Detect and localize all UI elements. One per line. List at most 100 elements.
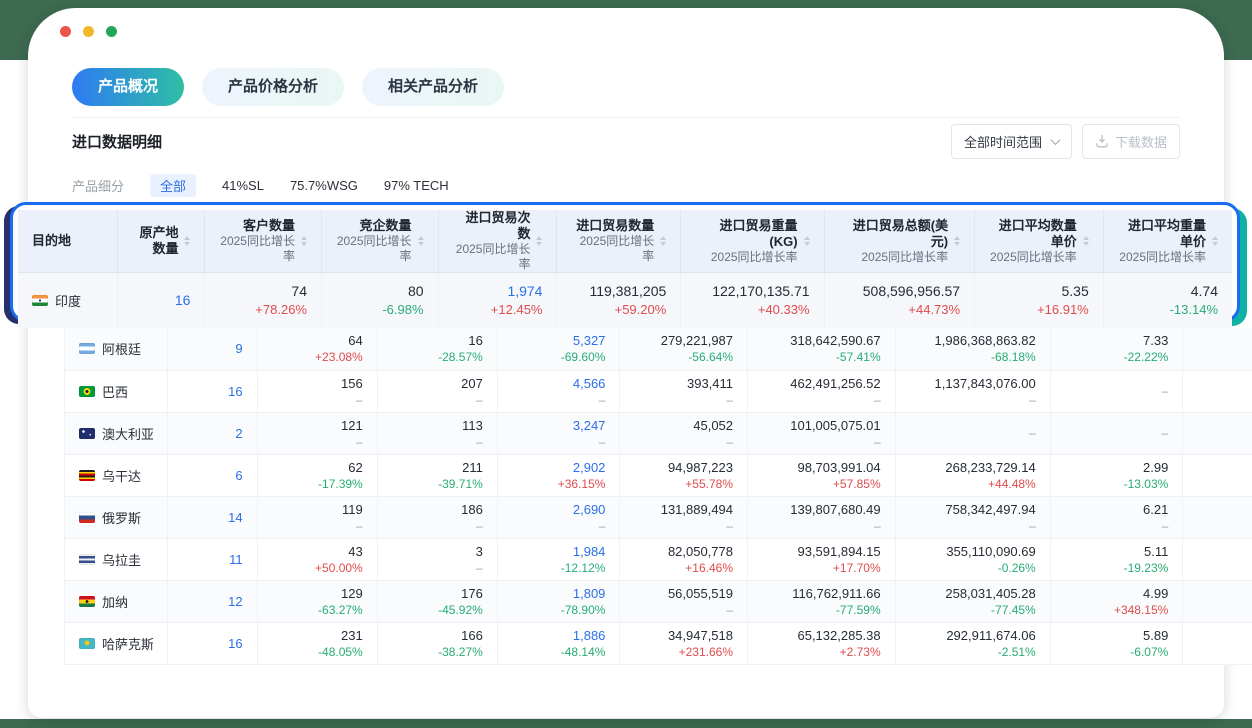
cell-customer-count: 64+23.08% bbox=[257, 328, 377, 370]
table-row-印度[interactable]: 印度 16 74+78.26% 80-6.98% 1,974+12.45% 11… bbox=[18, 273, 1232, 328]
column-header-competitor-count[interactable]: 竞企数量2025同比增长率 bbox=[321, 210, 438, 273]
cell-trade-weight-kg: 101,005,075.01– bbox=[748, 412, 896, 454]
cell-trade-count[interactable]: 2,690– bbox=[497, 496, 620, 538]
filter-label: 产品细分 bbox=[72, 176, 124, 195]
cell-avg-quantity-price: 2.99-13.03% bbox=[1050, 454, 1183, 496]
cell-trade-amount-usd: 258,031,405.28-77.45% bbox=[895, 580, 1050, 622]
column-header-origin-count[interactable]: 原产地数量 bbox=[118, 210, 205, 273]
country-name: 澳大利亚 bbox=[102, 424, 153, 443]
cell-trade-weight-kg: 116,762,911.66-77.59% bbox=[748, 580, 896, 622]
sort-icon[interactable] bbox=[184, 236, 190, 246]
flag-icon-gh bbox=[79, 596, 95, 607]
cell-avg-weight-price: 5.10-8.16% bbox=[1183, 622, 1252, 664]
close-window-icon[interactable] bbox=[60, 26, 71, 37]
column-header-trade-weight-kg[interactable]: 进口贸易重量(KG)2025同比增长率 bbox=[681, 210, 824, 273]
sort-icon[interactable] bbox=[301, 236, 307, 246]
sort-icon[interactable] bbox=[804, 236, 810, 246]
page-title: 进口数据明细 bbox=[72, 131, 162, 152]
sort-icon[interactable] bbox=[536, 236, 542, 246]
filter-option-757wsg[interactable]: 75.7%WSG bbox=[290, 178, 358, 193]
filter-option-all[interactable]: 全部 bbox=[150, 174, 196, 197]
column-header-trade-quantity[interactable]: 进口贸易数量2025同比增长率 bbox=[557, 210, 681, 273]
filter-option-41sl[interactable]: 41%SL bbox=[222, 178, 264, 193]
highlighted-table: 目的地 原产地数量 客户数量2025同比增长率 竞企数量2025同比增长率 进口… bbox=[18, 210, 1232, 328]
table-row-阿根廷[interactable]: 阿根廷 9 64+23.08% 16-28.57% 5,327-69.60% 2… bbox=[65, 328, 1252, 370]
sort-icon[interactable] bbox=[660, 236, 666, 246]
cell-origin-count[interactable]: 16 bbox=[167, 622, 257, 664]
maximize-window-icon[interactable] bbox=[106, 26, 117, 37]
cell-origin-count[interactable]: 12 bbox=[167, 580, 257, 622]
cell-trade-amount-usd: 1,137,843,076.00– bbox=[895, 370, 1050, 412]
cell-origin-count[interactable]: 16 bbox=[118, 273, 205, 328]
cell-trade-weight-kg: 139,807,680.49– bbox=[748, 496, 896, 538]
cell-origin-count[interactable]: 6 bbox=[167, 454, 257, 496]
download-data-button[interactable]: 下载数据 bbox=[1082, 124, 1180, 159]
cell-trade-weight-kg: 318,642,590.67-57.41% bbox=[748, 328, 896, 370]
cell-trade-quantity: 56,055,519– bbox=[620, 580, 748, 622]
cell-trade-count[interactable]: 1,886-48.14% bbox=[497, 622, 620, 664]
time-range-select[interactable]: 全部时间范围 bbox=[951, 124, 1072, 159]
cell-origin-count[interactable]: 2 bbox=[167, 412, 257, 454]
cell-destination: 巴西 bbox=[65, 370, 168, 412]
filter-option-97tech[interactable]: 97% TECH bbox=[384, 178, 449, 193]
flag-icon-uy bbox=[79, 554, 95, 565]
sort-icon[interactable] bbox=[418, 236, 424, 246]
country-name: 乌拉圭 bbox=[102, 550, 141, 569]
cell-trade-count[interactable]: 4,566– bbox=[497, 370, 620, 412]
table-row-巴西[interactable]: 巴西 16 156– 207– 4,566– 393,411– 462,491,… bbox=[65, 370, 1252, 412]
highlight-annotation-box: 目的地 原产地数量 客户数量2025同比增长率 竞企数量2025同比增长率 进口… bbox=[10, 202, 1240, 322]
column-header-trade-count[interactable]: 进口贸易次数2025同比增长率 bbox=[438, 210, 557, 273]
tab-product-overview[interactable]: 产品概况 bbox=[72, 68, 184, 106]
cell-avg-weight-price: – bbox=[1183, 328, 1252, 370]
cell-trade-count[interactable]: 3,247– bbox=[497, 412, 620, 454]
column-header-avg-weight-price[interactable]: 进口平均重量单价2025同比增长率 bbox=[1103, 210, 1232, 273]
country-name: 哈萨克斯坦 bbox=[102, 634, 153, 653]
cell-competitor-count: 211-39.71% bbox=[377, 454, 497, 496]
sort-icon[interactable] bbox=[954, 236, 960, 246]
cell-trade-amount-usd: 1,986,368,863.82-68.18% bbox=[895, 328, 1050, 370]
cell-trade-count[interactable]: 2,902+36.15% bbox=[497, 454, 620, 496]
sort-icon[interactable] bbox=[1212, 236, 1218, 246]
cell-trade-count[interactable]: 1,974+12.45% bbox=[438, 273, 557, 328]
table-row-乌拉圭[interactable]: 乌拉圭 11 43+50.00% 3– 1,984-12.12% 82,050,… bbox=[65, 538, 1252, 580]
cell-avg-quantity-price: 5.11-19.23% bbox=[1050, 538, 1183, 580]
column-header-customer-count[interactable]: 客户数量2025同比增长率 bbox=[205, 210, 322, 273]
table-row-加纳[interactable]: 加纳 12 129-63.27% 176-45.92% 1,809-78.90%… bbox=[65, 580, 1252, 622]
cell-origin-count[interactable]: 9 bbox=[167, 328, 257, 370]
cell-trade-count[interactable]: 1,984-12.12% bbox=[497, 538, 620, 580]
flag-icon-kz bbox=[79, 638, 95, 649]
cell-origin-count[interactable]: 11 bbox=[167, 538, 257, 580]
flag-icon-ar bbox=[79, 343, 95, 354]
cell-trade-amount-usd: 292,911,674.06-2.51% bbox=[895, 622, 1050, 664]
cell-avg-weight-price: 2.36+49.19% bbox=[1183, 580, 1252, 622]
cell-origin-count[interactable]: 14 bbox=[167, 496, 257, 538]
tab-related-product-analysis[interactable]: 相关产品分析 bbox=[362, 68, 504, 106]
column-header-avg-quantity-price[interactable]: 进口平均数量单价2025同比增长率 bbox=[975, 210, 1104, 273]
tab-product-price-analysis[interactable]: 产品价格分析 bbox=[202, 68, 344, 106]
cell-trade-amount-usd: 268,233,729.14+44.48% bbox=[895, 454, 1050, 496]
cell-competitor-count: 113– bbox=[377, 412, 497, 454]
country-name: 巴西 bbox=[102, 382, 128, 401]
cell-trade-quantity: 82,050,778+16.46% bbox=[620, 538, 748, 580]
cell-origin-count[interactable]: 16 bbox=[167, 370, 257, 412]
download-label: 下载数据 bbox=[1115, 132, 1167, 151]
table-row-澳大利亚[interactable]: 澳大利亚 2 121– 113– 3,247– 45,052– 101,005,… bbox=[65, 412, 1252, 454]
country-name: 印度 bbox=[55, 291, 81, 310]
cell-avg-weight-price: 4.18-7.74% bbox=[1183, 538, 1252, 580]
cell-competitor-count: 3– bbox=[377, 538, 497, 580]
product-segment-filter: 产品细分 全部 41%SL 75.7%WSG 97% TECH bbox=[72, 174, 1180, 196]
cell-destination: 哈萨克斯坦 bbox=[65, 622, 168, 664]
cell-trade-quantity: 131,889,494– bbox=[620, 496, 748, 538]
cell-trade-count[interactable]: 5,327-69.60% bbox=[497, 328, 620, 370]
sort-icon[interactable] bbox=[1083, 236, 1089, 246]
cell-avg-quantity-price: 6.21– bbox=[1050, 496, 1183, 538]
flag-icon-br bbox=[79, 386, 95, 397]
table-row-乌干达[interactable]: 乌干达 6 62-17.39% 211-39.71% 2,902+36.15% … bbox=[65, 454, 1252, 496]
cell-customer-count: 231-48.05% bbox=[257, 622, 377, 664]
table-row-俄罗斯[interactable]: 俄罗斯 14 119– 186– 2,690– 131,889,494– 139… bbox=[65, 496, 1252, 538]
column-header-trade-amount-usd[interactable]: 进口贸易总额(美元)2025同比增长率 bbox=[824, 210, 975, 273]
cell-trade-weight-kg: 98,703,991.04+57.85% bbox=[748, 454, 896, 496]
minimize-window-icon[interactable] bbox=[83, 26, 94, 37]
cell-trade-count[interactable]: 1,809-78.90% bbox=[497, 580, 620, 622]
table-row-哈萨克斯坦[interactable]: 哈萨克斯坦 16 231-48.05% 166-38.27% 1,886-48.… bbox=[65, 622, 1252, 664]
